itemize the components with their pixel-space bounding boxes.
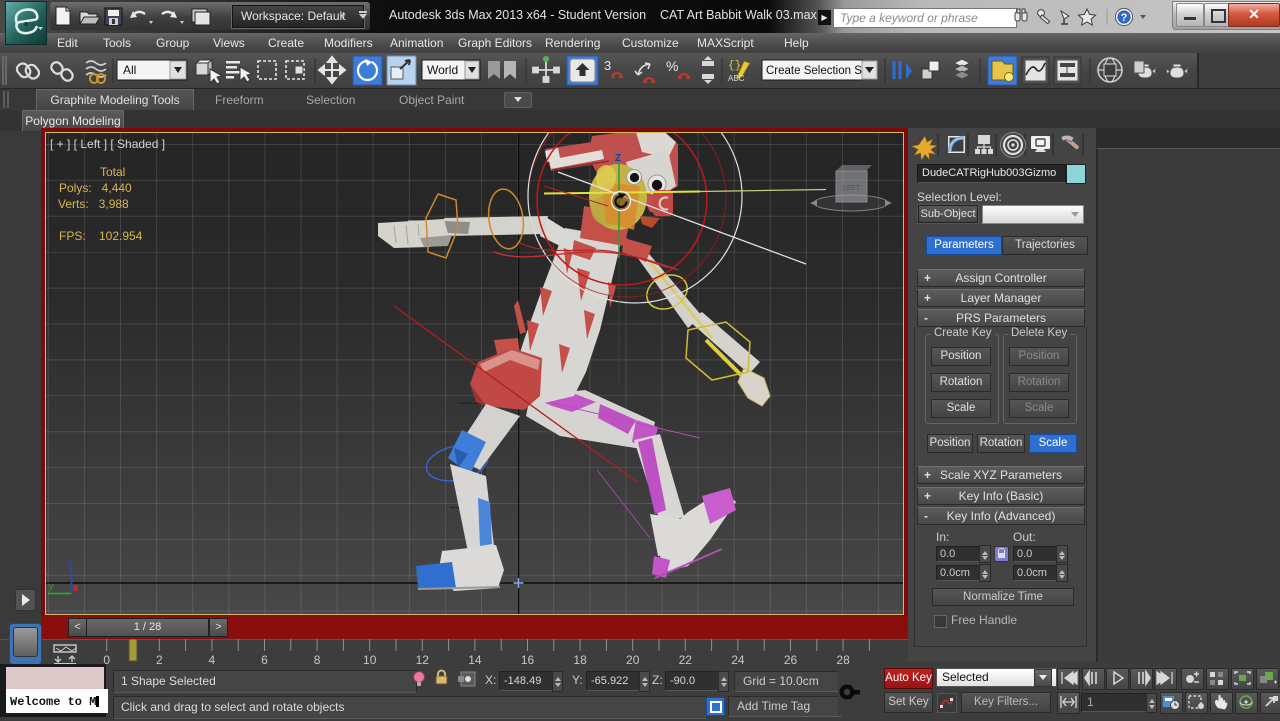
svg-text:World: World — [427, 63, 458, 77]
svg-text:Create Selection Se: Create Selection Se — [766, 65, 868, 77]
svg-text:8: 8 — [314, 653, 321, 667]
svg-text:z: z — [67, 558, 72, 569]
svg-text:ABC: ABC — [728, 74, 745, 83]
svg-text:28: 28 — [836, 653, 850, 667]
svg-text:12: 12 — [416, 653, 430, 667]
svg-text:%: % — [666, 58, 678, 74]
svg-text:4: 4 — [209, 653, 216, 667]
svg-text:18: 18 — [573, 653, 587, 667]
svg-text:2: 2 — [156, 653, 163, 667]
svg-text:6: 6 — [261, 653, 268, 667]
svg-text:LEFT: LEFT — [843, 185, 861, 192]
svg-text:22: 22 — [679, 653, 693, 667]
svg-text:Z: Z — [615, 153, 621, 164]
svg-text:16: 16 — [521, 653, 535, 667]
svg-text:20: 20 — [626, 653, 640, 667]
svg-text:24: 24 — [731, 653, 745, 667]
svg-text:?: ? — [1121, 12, 1128, 24]
svg-text:10: 10 — [363, 653, 377, 667]
svg-text:y: y — [49, 581, 54, 591]
svg-text:26: 26 — [784, 653, 798, 667]
svg-text:3: 3 — [604, 58, 611, 73]
svg-text:14: 14 — [468, 653, 482, 667]
svg-text:All: All — [123, 63, 136, 77]
